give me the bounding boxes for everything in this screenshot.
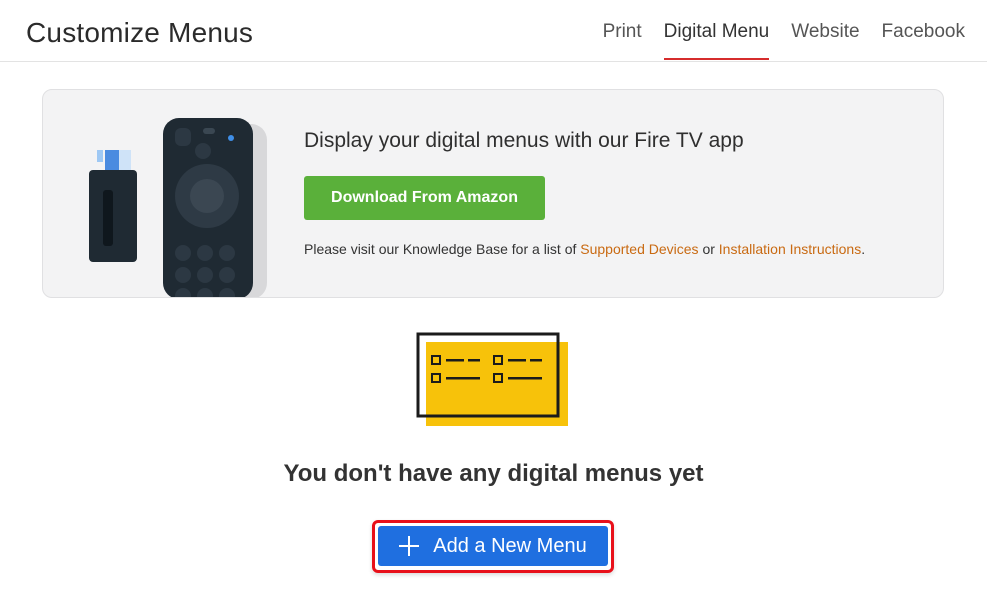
installation-instructions-link[interactable]: Installation Instructions: [719, 241, 861, 257]
knowledge-base-note: Please visit our Knowledge Base for a li…: [304, 241, 865, 257]
add-new-menu-button[interactable]: Add a New Menu: [378, 526, 608, 566]
banner-heading: Display your digital menus with our Fire…: [304, 129, 744, 152]
download-from-amazon-button[interactable]: Download From Amazon: [304, 176, 545, 220]
kb-note-prefix: Please visit our Knowledge Base for a li…: [304, 241, 581, 257]
page-header: Customize Menus Print Digital Menu Websi…: [0, 0, 987, 62]
supported-devices-link[interactable]: Supported Devices: [580, 241, 698, 257]
fire-tv-banner: Display your digital menus with our Fire…: [42, 89, 944, 298]
kb-note-suffix: .: [861, 241, 866, 257]
tab-print[interactable]: Print: [603, 0, 642, 60]
fire-tv-device-illustration: [89, 118, 267, 297]
add-new-menu-label: Add a New Menu: [433, 534, 587, 557]
tab-digital-menu[interactable]: Digital Menu: [663, 0, 770, 60]
page-title: Customize Menus: [26, 17, 254, 48]
plus-icon: [399, 536, 420, 556]
fire-tv-stick-icon: [89, 150, 137, 262]
fire-tv-remote-icon: [163, 118, 267, 297]
empty-state-message: You don't have any digital menus yet: [283, 460, 704, 487]
menu-card-illustration: [416, 332, 568, 426]
tab-website[interactable]: Website: [791, 0, 859, 60]
kb-note-middle: or: [698, 241, 719, 257]
tab-bar: Print Digital Menu Website Facebook: [581, 0, 965, 62]
tab-facebook[interactable]: Facebook: [882, 0, 965, 60]
